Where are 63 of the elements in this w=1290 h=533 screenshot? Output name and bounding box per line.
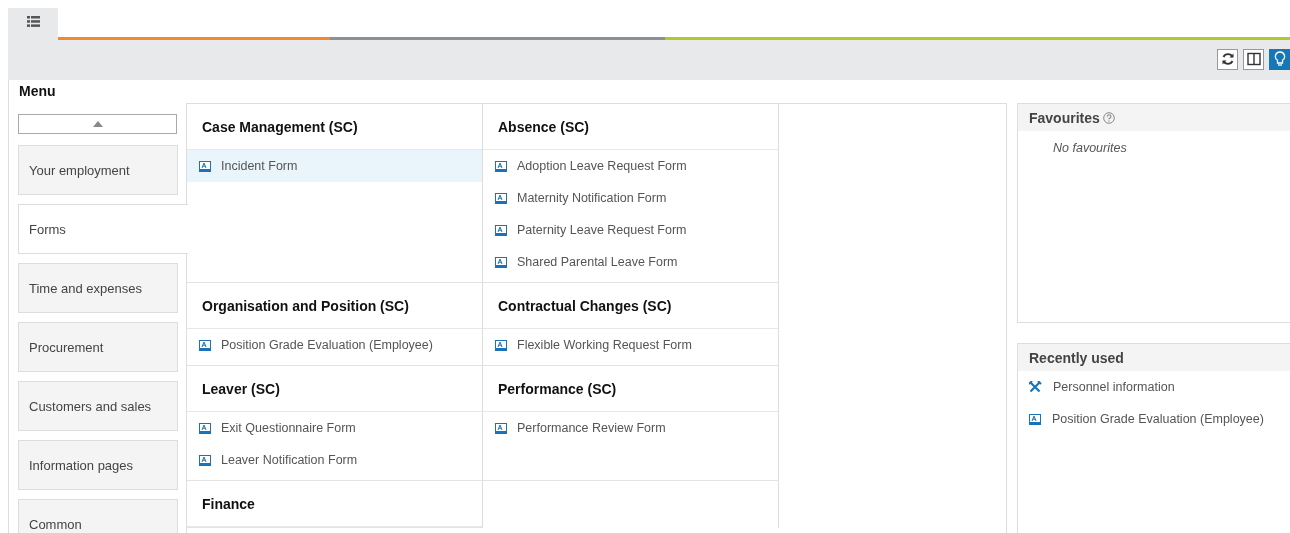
nav-tab[interactable]: Procurement xyxy=(18,322,178,372)
form-icon xyxy=(495,160,507,172)
form-label: Leaver Notification Form xyxy=(221,453,358,467)
columns-icon xyxy=(1246,52,1261,66)
group-heading: Finance xyxy=(187,481,482,527)
form-icon xyxy=(495,192,507,204)
form-label: Position Grade Evaluation (Employee) xyxy=(221,338,433,352)
form-icon xyxy=(199,339,211,351)
list-icon xyxy=(26,15,40,27)
form-link[interactable]: Performance Review Form xyxy=(483,412,778,444)
form-icon xyxy=(495,224,507,236)
form-label: Maternity Notification Form xyxy=(517,191,667,205)
form-link[interactable]: Maternity Notification Form xyxy=(483,182,778,214)
form-label: Paternity Leave Request Form xyxy=(517,223,687,237)
panel-title: Recently used xyxy=(1029,349,1124,366)
nav-tab[interactable]: Forms xyxy=(18,204,188,254)
form-icon xyxy=(1029,413,1041,425)
columns-button[interactable] xyxy=(1243,48,1264,70)
form-label: Performance Review Form xyxy=(517,421,666,435)
form-icon xyxy=(495,339,507,351)
form-label: Incident Form xyxy=(221,159,298,173)
group-heading: Absence (SC) xyxy=(483,104,778,150)
group-heading: Performance (SC) xyxy=(483,366,778,412)
nav-tab[interactable]: Common xyxy=(18,499,178,533)
lightbulb-icon xyxy=(1273,51,1286,67)
up-triangle-icon xyxy=(92,121,103,127)
form-label: Exit Questionnaire Form xyxy=(221,421,356,435)
form-link[interactable]: Exit Questionnaire Form xyxy=(187,412,482,444)
form-icon xyxy=(199,422,211,434)
form-link[interactable]: Flexible Working Request Form xyxy=(483,329,778,361)
nav-tab[interactable]: Your employment xyxy=(18,145,178,195)
nav-tab[interactable]: Customers and sales xyxy=(18,381,178,431)
form-label: Adoption Leave Request Form xyxy=(517,159,687,173)
help-icon xyxy=(1102,111,1115,124)
form-label: Flexible Working Request Form xyxy=(517,338,692,352)
form-icon xyxy=(199,160,211,172)
menu-tab[interactable] xyxy=(8,8,58,40)
recent-link[interactable]: Personnel information xyxy=(1018,371,1290,403)
tools-icon xyxy=(1029,381,1042,393)
lightbulb-button[interactable] xyxy=(1269,48,1290,70)
empty-message: No favourites xyxy=(1052,140,1128,155)
nav-tab[interactable]: Information pages xyxy=(18,440,178,490)
form-link[interactable]: Incident Form xyxy=(187,150,482,182)
recent-label: Position Grade Evaluation (Employee) xyxy=(1052,412,1264,426)
group-heading: Organisation and Position (SC) xyxy=(187,283,482,329)
nav-tab[interactable]: Time and expenses xyxy=(18,263,178,313)
panel-title: Favourites xyxy=(1029,109,1100,126)
group-heading: Leaver (SC) xyxy=(187,366,482,412)
group-heading: Contractual Changes (SC) xyxy=(483,283,778,329)
form-link[interactable]: Paternity Leave Request Form xyxy=(483,214,778,246)
form-link[interactable]: Shared Parental Leave Form xyxy=(483,246,778,278)
recent-link[interactable]: Position Grade Evaluation (Employee) xyxy=(1018,403,1290,435)
form-link[interactable]: Position Grade Evaluation (Employee) xyxy=(187,329,482,361)
form-icon xyxy=(199,454,211,466)
refresh-button[interactable] xyxy=(1217,48,1238,70)
form-icon xyxy=(495,422,507,434)
form-link[interactable]: Leaver Notification Form xyxy=(187,444,482,476)
form-icon xyxy=(495,256,507,268)
recent-label: Personnel information xyxy=(1053,380,1175,394)
form-link[interactable]: Adoption Leave Request Form xyxy=(483,150,778,182)
refresh-icon xyxy=(1220,52,1235,66)
menu-title: Menu xyxy=(18,82,57,101)
form-label: Shared Parental Leave Form xyxy=(517,255,678,269)
